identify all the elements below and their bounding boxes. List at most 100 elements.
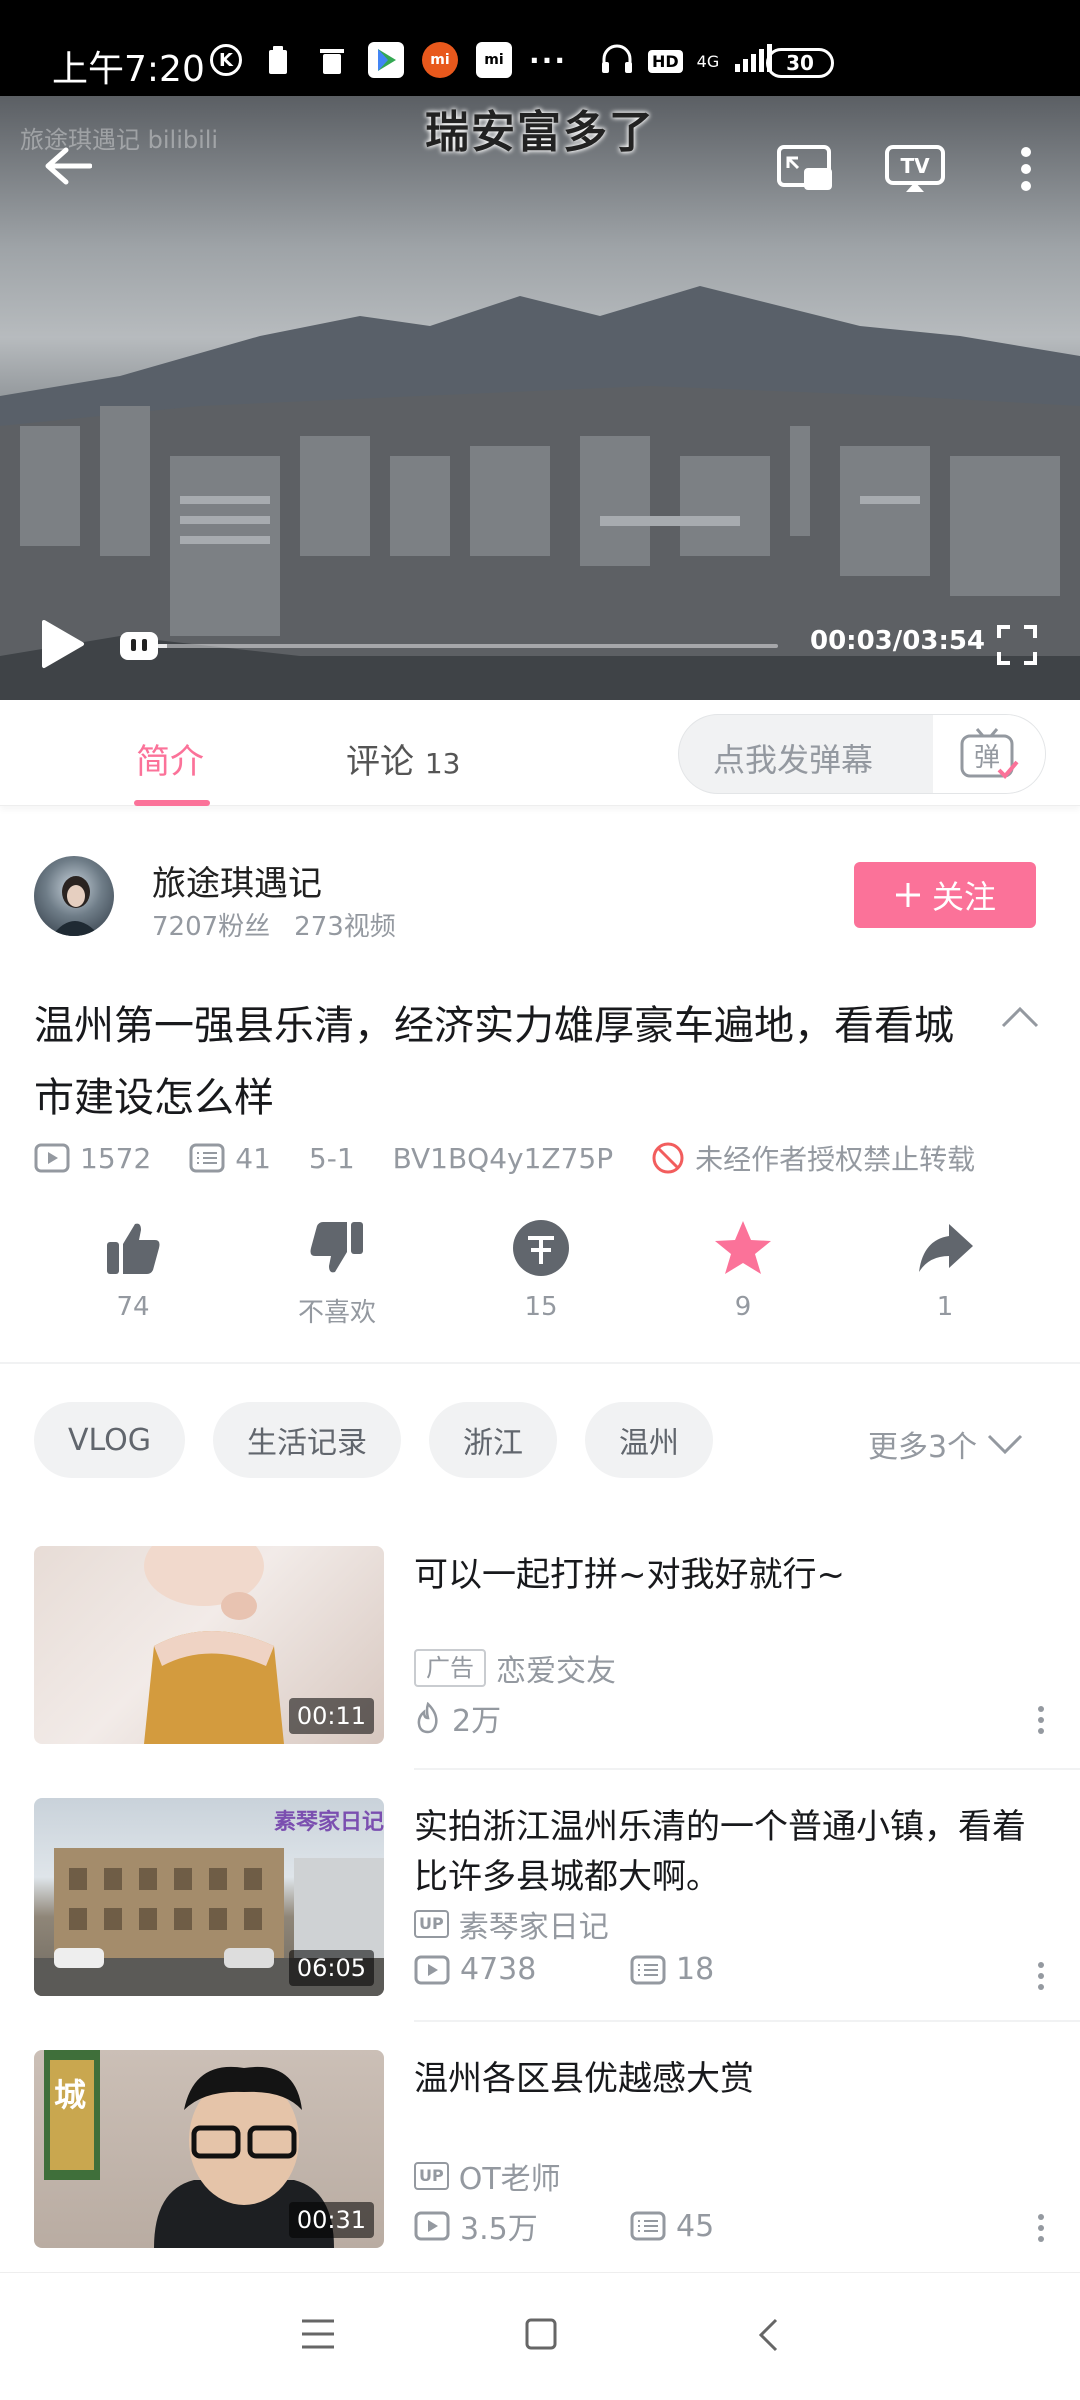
item-more-button[interactable] — [1038, 1962, 1044, 1990]
menu-icon — [302, 2319, 334, 2349]
related-video-item[interactable]: 城 00:31 温州各区县优越感大赏 UP OT老师 3.5万 45 — [0, 2050, 1080, 2286]
thumbnail-label: 素琴家日记 — [273, 1810, 384, 1835]
home-nav-button[interactable] — [524, 2317, 558, 2355]
related-video-item[interactable]: 素琴家日记 06:05 实拍浙江温州乐清的一个普通小镇，看着比许多县城都大啊。 … — [0, 1798, 1080, 2034]
related-video-stats: 2万 — [414, 1696, 501, 1740]
related-video-author-line: UP 素琴家日记 — [414, 1902, 609, 1946]
coin-button[interactable]: 15 — [476, 1218, 606, 1322]
coin-count: 15 — [524, 1292, 558, 1322]
tag-chip[interactable]: VLOG — [34, 1402, 186, 1478]
publish-date: 5-1 — [308, 1141, 355, 1175]
heat-count: 2万 — [452, 1704, 502, 1739]
menu-nav-button[interactable] — [300, 2317, 336, 2355]
danmaku-count: 41 — [235, 1141, 271, 1175]
item-more-button[interactable] — [1038, 1706, 1044, 1734]
avatar-image — [52, 876, 100, 936]
share-arrow-icon — [919, 1224, 973, 1272]
battery-indicator: 30 — [766, 48, 834, 78]
tag-chip[interactable]: 浙江 — [429, 1402, 558, 1478]
view-count: 3.5万 — [460, 2212, 538, 2247]
star-icon — [715, 1221, 771, 1274]
follow-label: 关注 — [931, 878, 996, 916]
up-badge-icon: UP — [414, 2162, 449, 2190]
tab-comments[interactable]: 评论 13 — [346, 734, 460, 783]
related-video-author: OT老师 — [458, 2162, 561, 2197]
view-count: 4738 — [460, 1952, 537, 1987]
status-time: 上午7:20 — [52, 49, 205, 90]
hd-icon: HD — [648, 49, 683, 73]
related-video-author-line: UP OT老师 — [414, 2154, 561, 2198]
list-divider — [414, 2020, 1080, 2022]
item-more-button[interactable] — [1038, 2214, 1044, 2242]
back-arrow-icon — [45, 147, 92, 185]
like-count: 74 — [116, 1292, 150, 1322]
action-bar: 74 不喜欢 15 9 1 — [0, 1218, 1080, 1328]
uploader-fans: 7207粉丝 — [152, 912, 271, 942]
list-divider — [414, 1768, 1080, 1770]
video-thumbnail[interactable]: 00:11 — [34, 1546, 384, 1744]
danmaku-count: 45 — [676, 2208, 715, 2244]
fullscreen-button[interactable] — [996, 624, 1038, 666]
headphones-icon — [600, 42, 634, 80]
favorite-count: 9 — [734, 1292, 752, 1322]
tag-chip[interactable]: 生活记录 — [213, 1402, 402, 1478]
thumbs-up-icon — [107, 1223, 160, 1274]
danmaku-count-icon — [630, 2211, 666, 2241]
share-button[interactable]: 1 — [880, 1218, 1010, 1322]
collapse-button[interactable] — [1000, 1005, 1040, 1033]
chevron-up-icon — [1001, 1006, 1039, 1028]
video-thumbnail[interactable]: 城 00:31 — [34, 2050, 384, 2248]
video-meta: 1572 41 5-1 BV1BQ4y1Z75P 未经作者授权禁止转载 — [34, 1138, 975, 1178]
fullscreen-icon — [997, 625, 1037, 665]
pip-button[interactable] — [776, 144, 834, 192]
svg-text:弹: 弹 — [974, 743, 1000, 773]
tv-cast-button[interactable]: TV — [884, 144, 946, 194]
tab-comments-count: 13 — [424, 747, 461, 780]
video-player[interactable]: 旅途琪遇记 bilibili 瑞安富多了 TV 00:03/03:54 — [0, 96, 1080, 700]
related-video-item[interactable]: 00:11 可以一起打拼~对我好就行~ 广告 恋爱交友 2万 — [0, 1546, 1080, 1782]
more-options-button[interactable] — [1016, 146, 1036, 192]
no-repost-icon — [652, 1142, 684, 1174]
related-video-stats: 4738 18 — [414, 1952, 714, 1987]
uploader-name[interactable]: 旅途琪遇记 — [152, 856, 322, 905]
tab-intro[interactable]: 简介 — [136, 734, 204, 783]
plus-icon — [895, 883, 920, 907]
mi-store-icon: mi — [476, 42, 512, 78]
uploader-stats: 7207粉丝 273视频 — [152, 906, 420, 943]
progress-thumb[interactable] — [118, 630, 160, 662]
view-count: 1572 — [80, 1141, 152, 1175]
more-notifications-icon: ··· — [529, 43, 567, 77]
section-divider — [0, 1362, 1080, 1364]
tab-active-indicator — [134, 800, 210, 806]
detail-tabs: 简介 评论 13 点我发弹幕 弹 — [0, 700, 1080, 806]
uploader-videos: 273视频 — [294, 912, 396, 942]
uploader-avatar[interactable] — [34, 856, 114, 936]
related-video-title: 可以一起打拼~对我好就行~ — [414, 1555, 845, 1595]
tag-chip[interactable]: 温州 — [585, 1402, 714, 1478]
trash-icon — [314, 42, 350, 78]
tag-list: VLOG 生活记录 浙江 温州 — [34, 1402, 714, 1478]
more-tags-button[interactable]: 更多3个 — [868, 1422, 1023, 1466]
play-button[interactable] — [38, 618, 86, 670]
video-duration: 00:31 — [288, 2202, 374, 2238]
dislike-label: 不喜欢 — [297, 1298, 376, 1328]
copyright-notice: 未经作者授权禁止转载 — [695, 1143, 976, 1176]
status-right-icons: HD 4G — [600, 42, 773, 80]
play-count-icon — [414, 1955, 450, 1984]
related-video-author-line: 广告 恋爱交友 — [414, 1646, 616, 1690]
picture-in-picture-icon — [777, 145, 832, 190]
follow-button[interactable]: 关注 — [854, 862, 1036, 928]
danmaku-icon: 弹 — [960, 728, 1019, 779]
back-button[interactable] — [44, 146, 92, 186]
more-vertical-icon — [1021, 147, 1031, 191]
thumbs-down-icon — [310, 1222, 363, 1273]
favorite-button[interactable]: 9 — [678, 1218, 808, 1322]
dislike-button[interactable]: 不喜欢 — [272, 1218, 402, 1329]
danmaku-input[interactable]: 点我发弹幕 弹 — [678, 714, 1046, 794]
danmaku-settings-button[interactable]: 弹 — [933, 715, 1045, 793]
danmaku-count-icon — [189, 1143, 225, 1173]
back-nav-button[interactable] — [756, 2317, 780, 2357]
video-thumbnail[interactable]: 素琴家日记 06:05 — [34, 1798, 384, 1996]
like-button[interactable]: 74 — [68, 1218, 198, 1322]
progress-bar[interactable] — [158, 644, 778, 648]
